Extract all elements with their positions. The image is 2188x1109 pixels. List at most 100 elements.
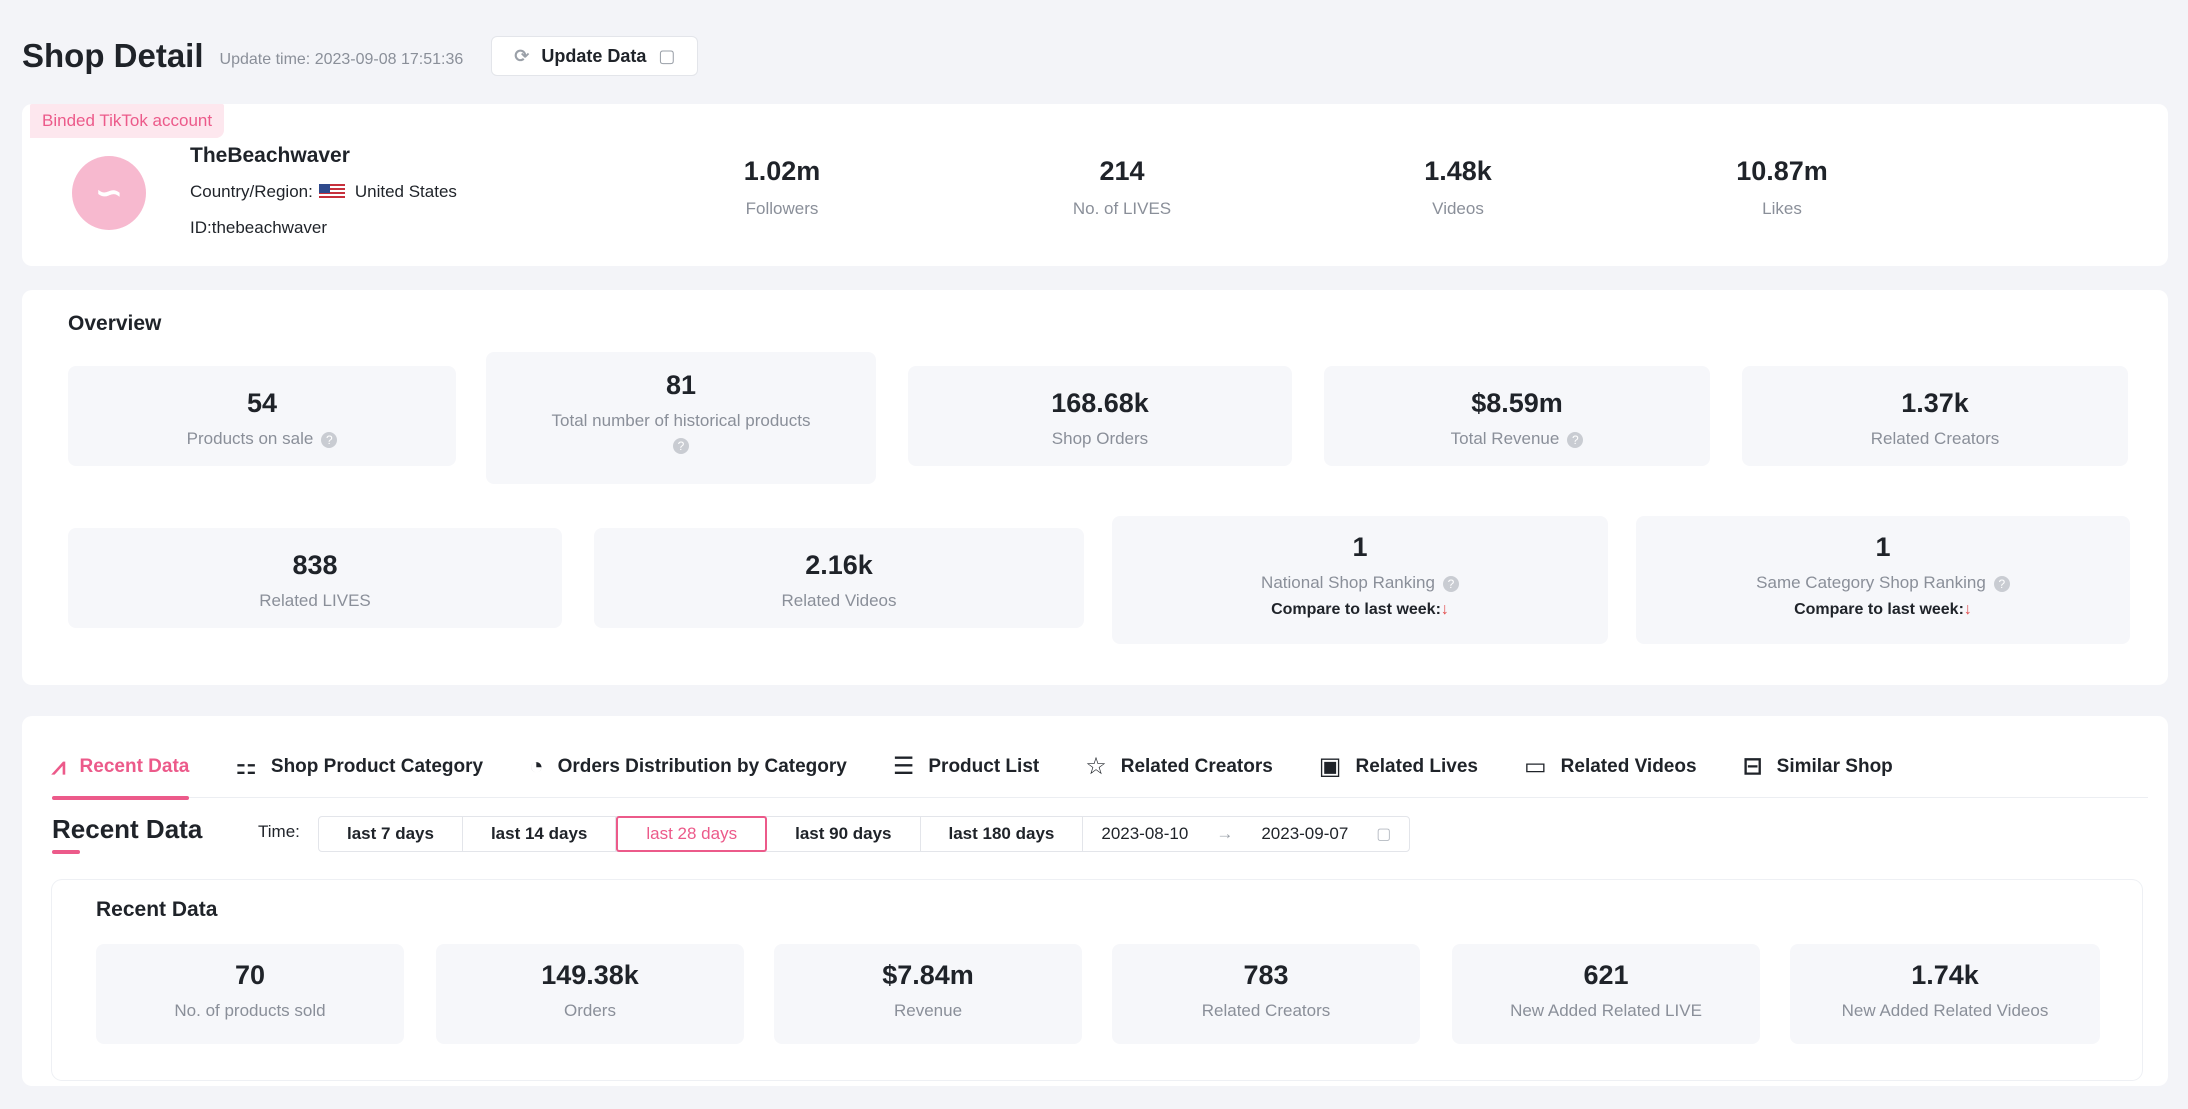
help-icon[interactable]: ?	[673, 437, 689, 454]
live-icon: ▣	[1318, 753, 1342, 780]
video-icon: ▭	[1523, 753, 1547, 780]
time-180-days[interactable]: last 180 days	[921, 817, 1084, 851]
date-end[interactable]: 2023-09-07	[1261, 824, 1348, 844]
tile-products-on-sale: 54 Products on sale?	[68, 366, 456, 466]
page-title: Shop Detail	[22, 37, 204, 74]
refresh-icon: ⟳	[514, 45, 530, 66]
tile-value: 1	[1352, 532, 1368, 562]
time-90-days[interactable]: last 90 days	[767, 817, 921, 851]
recent-orders: 149.38k Orders	[436, 944, 744, 1044]
account-country: Country/Region: United States	[190, 182, 457, 202]
help-icon[interactable]: ?	[1442, 575, 1459, 592]
tile-label-text: Products on sale	[186, 429, 314, 448]
tile-value: 149.38k	[541, 960, 639, 990]
tab-similar-shop[interactable]: ⊟ Similar Shop	[1743, 736, 1893, 798]
country-value: United States	[354, 182, 457, 201]
update-time: Update time: 2023-09-08 17:51:36	[219, 51, 464, 68]
info-icon: ▢	[658, 45, 676, 66]
time-range-selector: last 7 days last 14 days last 28 days la…	[318, 816, 1411, 852]
arrow-right-icon: →	[1216, 824, 1234, 843]
tile-related-lives: 838 Related LIVES	[68, 528, 562, 628]
help-icon[interactable]: ?	[1993, 575, 2010, 592]
compare-text: Compare to last week:	[1794, 601, 1964, 618]
recent-new-lives: 621 New Added Related LIVE	[1452, 944, 1760, 1044]
tile-value: 81	[665, 370, 697, 400]
tile-value: $7.84m	[882, 960, 974, 990]
stat-label: Followers	[745, 199, 819, 218]
tile-historical-products: 81 Total number of historical products ?	[486, 352, 876, 484]
date-range-picker[interactable]: 2023-08-10 → 2023-09-07 ▢	[1083, 817, 1409, 851]
tab-label: Shop Product Category	[270, 755, 484, 777]
binded-account-tag: Binded TikTok account	[30, 104, 225, 138]
tile-value: 1.74k	[1911, 960, 1979, 990]
tile-label-text: National Shop Ranking	[1261, 573, 1435, 592]
account-card: Binded TikTok account ∽ TheBeachwaver Co…	[22, 104, 2168, 266]
us-flag-icon	[318, 184, 345, 200]
tile-label: National Shop Ranking?	[1112, 573, 1608, 593]
time-28-days[interactable]: last 28 days	[616, 816, 768, 852]
stat-value: 1.48k	[1424, 156, 1492, 186]
tile-label: No. of products sold	[174, 1001, 326, 1020]
stat-value: 10.87m	[1736, 156, 1828, 186]
stat-videos: 1.48k Videos	[1358, 156, 1558, 219]
stat-label: Videos	[1432, 199, 1484, 218]
update-data-button[interactable]: ⟳ Update Data ▢	[491, 36, 699, 76]
time-14-days[interactable]: last 14 days	[463, 817, 617, 851]
help-icon[interactable]: ?	[1567, 431, 1584, 448]
help-icon[interactable]: ?	[321, 431, 338, 448]
recent-data-heading: Recent Data	[52, 814, 203, 844]
tab-related-videos[interactable]: ▭ Related Videos	[1524, 736, 1697, 798]
date-start[interactable]: 2023-08-10	[1101, 824, 1188, 844]
recent-related-creators: 783 Related Creators	[1112, 944, 1420, 1044]
country-label: Country/Region:	[190, 182, 313, 201]
stat-likes: 10.87m Likes	[1682, 156, 1882, 219]
arrow-down-icon: ↓	[1440, 601, 1449, 618]
tile-label: Same Category Shop Ranking?	[1636, 573, 2130, 593]
tile-value: 1.37k	[1901, 388, 1969, 418]
list-icon: ☰	[892, 753, 915, 780]
compare-last-week: Compare to last week:↓	[1112, 601, 1608, 619]
tile-label: Related Videos	[781, 591, 897, 610]
tab-shop-product-category[interactable]: ⚏ Shop Product Category	[235, 736, 483, 798]
tile-related-creators: 1.37k Related Creators	[1742, 366, 2128, 466]
avatar[interactable]: ∽	[72, 156, 146, 230]
stat-label: Likes	[1762, 199, 1802, 218]
stat-label: No. of LIVES	[1072, 199, 1172, 218]
tab-label: Product List	[928, 755, 1040, 777]
tile-label: Related Creators	[1870, 429, 2000, 448]
tile-label-text: Total Revenue	[1450, 429, 1560, 448]
tab-orders-distribution[interactable]: ◔ Orders Distribution by Category	[529, 736, 847, 798]
grid-icon: ⚏	[235, 753, 257, 780]
account-name[interactable]: TheBeachwaver	[190, 144, 350, 168]
tile-label: Revenue	[893, 1001, 963, 1020]
tab-related-lives[interactable]: ▣ Related Lives	[1319, 736, 1478, 798]
recent-revenue: $7.84m Revenue	[774, 944, 1082, 1044]
account-id: ID:thebeachwaver	[190, 218, 328, 237]
tile-value: 70	[234, 960, 266, 990]
tile-value: 168.68k	[1051, 388, 1149, 418]
time-label: Time:	[258, 822, 300, 841]
time-7-days[interactable]: last 7 days	[319, 817, 463, 851]
tile-value: $8.59m	[1471, 388, 1563, 418]
recent-new-videos: 1.74k New Added Related Videos	[1790, 944, 2100, 1044]
compare-text: Compare to last week:	[1271, 601, 1441, 618]
tile-label: Related LIVES	[259, 591, 371, 610]
stat-lives: 214 No. of LIVES	[1022, 156, 1222, 219]
tab-related-creators[interactable]: ☆ Related Creators	[1085, 736, 1273, 798]
tile-label: Products on sale?	[68, 429, 456, 449]
calendar-icon[interactable]: ▢	[1376, 824, 1391, 844]
tile-value: 2.16k	[805, 550, 873, 580]
tile-label: New Added Related LIVE	[1510, 1001, 1702, 1020]
tile-national-ranking: 1 National Shop Ranking? Compare to last…	[1112, 516, 1608, 644]
tile-label: New Added Related Videos	[1841, 1001, 2049, 1020]
shop-icon: ⊟	[1742, 753, 1763, 780]
tab-product-list[interactable]: ☰ Product List	[893, 736, 1039, 798]
help-icon-wrap: ?	[486, 437, 876, 455]
tile-label: Shop Orders	[1051, 429, 1149, 448]
tile-label: Total number of historical products	[551, 411, 811, 430]
stat-value: 214	[1099, 156, 1145, 186]
tab-label: Related Videos	[1560, 755, 1697, 777]
arrow-down-icon: ↓	[1963, 601, 1972, 618]
tab-recent-data[interactable]: ⩘ Recent Data	[52, 736, 190, 800]
overview-title: Overview	[68, 312, 162, 335]
